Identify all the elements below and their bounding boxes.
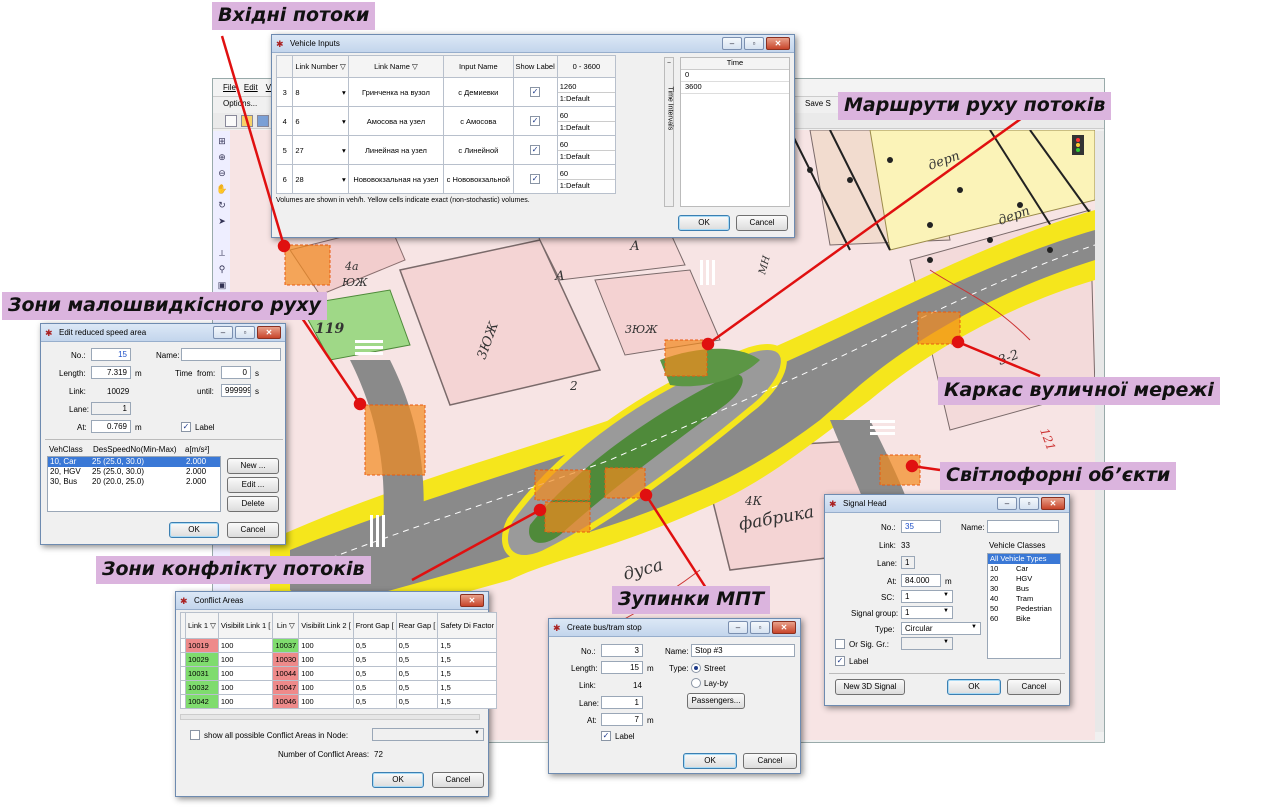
annotation-input-flows: Вхідні потоки (212, 2, 376, 30)
annotation-traffic-signals: Світлофорні об’єкти (940, 462, 1177, 490)
annotation-flow-routes: Маршрути руху потоків (838, 92, 1112, 120)
annotation-street-network: Каркас вуличної мережі (938, 377, 1220, 405)
annotation-conflict-zones: Зони конфлікту потоків (96, 556, 371, 584)
annotation-transit-stops: Зупинки МПТ (612, 586, 771, 614)
stage: File Edit V Options... Save S ⊞ ⊕ ⊖ ✋ ↻ … (0, 0, 1280, 808)
annotation-reduced-speed: Зони малошвидкісного руху (2, 292, 327, 320)
